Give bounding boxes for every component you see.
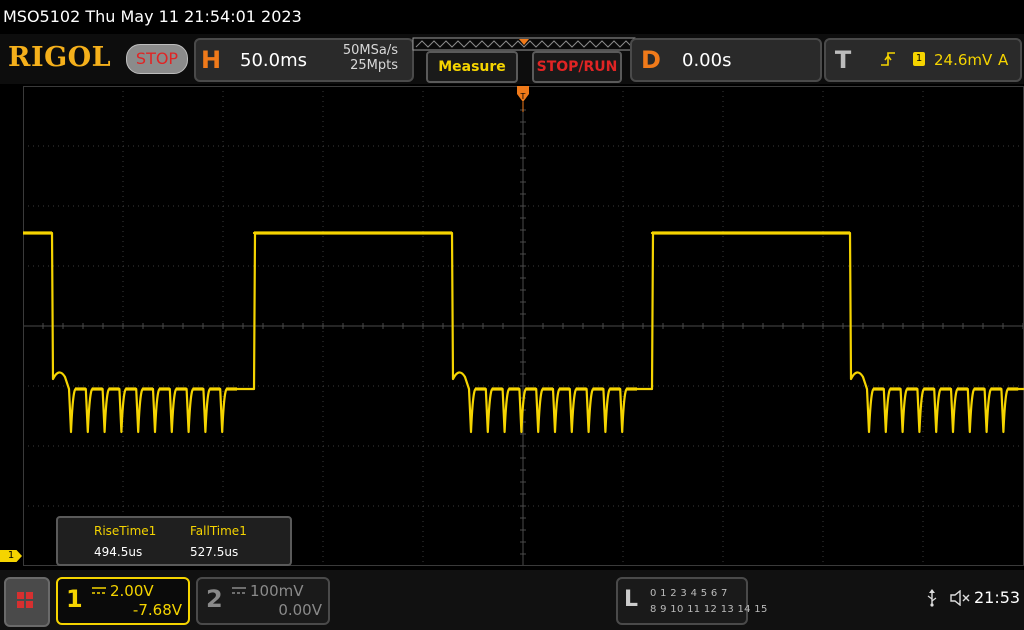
dc-coupling-icon <box>232 587 246 594</box>
sample-rate: 50MSa/s <box>342 43 398 58</box>
channel1-offset: -7.68V <box>132 601 182 619</box>
trigger-letter: T <box>834 46 852 74</box>
digital-channels-row1: 0 1 2 3 4 5 6 7 <box>650 588 728 599</box>
system-clock: 21:53 <box>974 588 1021 607</box>
speaker-muted-icon[interactable] <box>950 590 970 606</box>
trigger-position-marker[interactable]: T <box>515 86 531 112</box>
measurement-results: RiseTime1 494.5us FallTime1 527.5us <box>56 516 292 566</box>
logic-analyzer-panel[interactable]: L 0 1 2 3 4 5 6 7 8 9 10 11 12 13 14 15 <box>616 577 767 625</box>
digital-channels-row2: 8 9 10 11 12 13 14 15 <box>650 604 768 615</box>
measurement-label: RiseTime1 <box>94 524 157 538</box>
delay-value: 0.00s <box>682 50 732 71</box>
measurement-value: 494.5us <box>94 545 143 559</box>
rigol-logo: RIGOL <box>8 42 112 73</box>
channel1-settings[interactable]: 1 2.00V -7.68V <box>56 577 190 625</box>
delay-panel[interactable]: D 0.00s <box>630 38 822 82</box>
memory-depth: 25Mpts <box>350 58 398 73</box>
dc-coupling-icon <box>92 587 106 594</box>
run-state-badge[interactable]: STOP <box>126 44 188 74</box>
waveform-display[interactable] <box>23 86 1024 566</box>
usb-icon <box>927 589 937 607</box>
svg-text:T: T <box>520 92 526 101</box>
stop-run-button[interactable]: STOP/RUN <box>532 51 622 83</box>
timebase-value: 50.0ms <box>240 50 307 71</box>
trigger-source-badge: 1 <box>913 52 925 66</box>
trigger-mode: A <box>998 51 1009 69</box>
rising-edge-icon <box>881 52 895 66</box>
channel1-ground-marker[interactable]: 1 <box>0 550 22 562</box>
channel1-scale: 2.00V <box>110 582 154 600</box>
horizontal-panel[interactable]: H 50.0ms 50MSa/s 25Mpts <box>194 38 414 82</box>
channel2-settings[interactable]: 2 100mV 0.00V <box>196 577 330 625</box>
title-bar: MSO5102 Thu May 11 21:54:01 2023 <box>0 0 1024 34</box>
measure-button[interactable]: Measure <box>426 51 518 83</box>
measurement-value: 527.5us <box>190 545 239 559</box>
channel1-number: 1 <box>66 585 83 613</box>
trigger-level: 24.6mV <box>934 51 993 69</box>
measurement-label: FallTime1 <box>190 524 247 538</box>
trigger-panel[interactable]: T 1 24.6mV A <box>824 38 1022 82</box>
channel2-scale: 100mV <box>250 582 304 600</box>
device-datetime: MSO5102 Thu May 11 21:54:01 2023 <box>3 7 302 26</box>
channel2-number: 2 <box>206 585 223 613</box>
main-menu-button[interactable] <box>4 577 50 627</box>
horizontal-letter: H <box>200 46 222 74</box>
delay-letter: D <box>641 46 661 74</box>
logic-analyzer-letter: L <box>624 587 639 612</box>
waveform-overview <box>412 37 636 51</box>
channel2-offset: 0.00V <box>278 601 322 619</box>
waveform-graticule <box>23 86 1024 566</box>
